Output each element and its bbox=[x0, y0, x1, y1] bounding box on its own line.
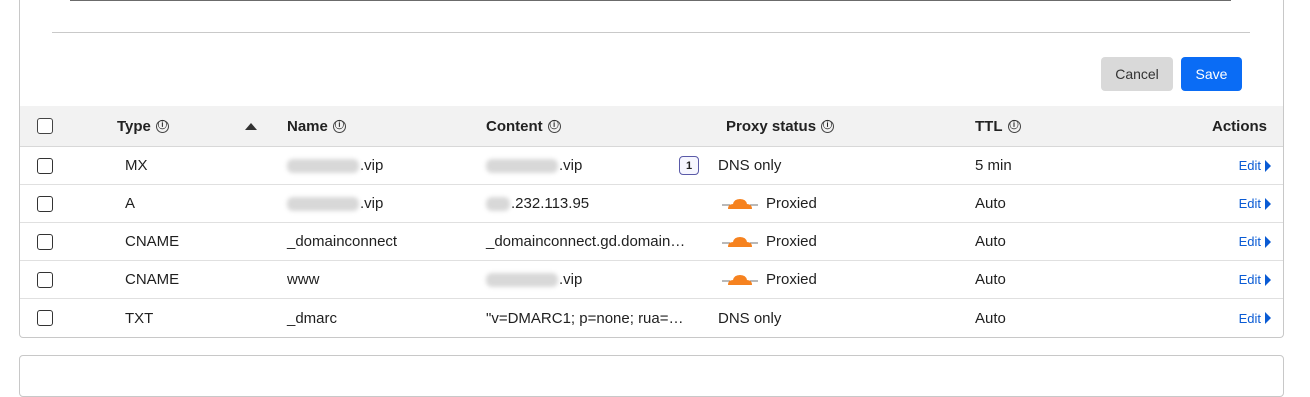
edit-label: Edit bbox=[1238, 234, 1261, 249]
info-icon[interactable]: ⓘ bbox=[821, 119, 835, 133]
form-divider bbox=[52, 32, 1250, 33]
next-section-card bbox=[19, 355, 1284, 397]
chevron-right-icon bbox=[1265, 159, 1271, 172]
edit-label: Edit bbox=[1238, 158, 1261, 173]
edit-link[interactable]: Edit bbox=[1239, 261, 1271, 298]
chevron-right-icon bbox=[1265, 197, 1271, 210]
info-icon[interactable]: ⓘ bbox=[332, 119, 346, 133]
table-header: Type ⓘ Name ⓘ Content ⓘ Proxy status ⓘ T… bbox=[20, 106, 1283, 147]
top-divider bbox=[70, 0, 1231, 1]
edit-link[interactable]: Edit bbox=[1239, 223, 1271, 260]
select-all-cell bbox=[37, 106, 53, 146]
record-content: .232.113.95 bbox=[486, 185, 589, 222]
header-proxy-status-label: Proxy status bbox=[726, 117, 817, 135]
sort-ascending-icon[interactable] bbox=[245, 106, 257, 146]
row-checkbox[interactable] bbox=[37, 310, 53, 326]
row-checkbox[interactable] bbox=[37, 271, 53, 288]
record-name: _domainconnect bbox=[287, 233, 398, 250]
redacted-text bbox=[287, 158, 359, 173]
proxy-status: Proxied bbox=[722, 185, 817, 222]
record-content: .vip bbox=[486, 147, 582, 184]
record-content: "v=DMARC1; p=none; rua=… bbox=[486, 309, 684, 327]
proxied-cloud-icon bbox=[722, 198, 758, 209]
table-row: A .vip .232.113.95 Proxied Auto Edit bbox=[20, 185, 1283, 223]
edit-link[interactable]: Edit bbox=[1239, 147, 1271, 184]
header-ttl[interactable]: TTL ⓘ bbox=[975, 106, 1021, 146]
header-type[interactable]: Type ⓘ bbox=[117, 106, 169, 146]
table-row: MX .vip .vip 1 DNS only 5 min Edit bbox=[20, 147, 1283, 185]
record-type: CNAME bbox=[125, 233, 180, 250]
info-icon[interactable]: ⓘ bbox=[155, 119, 169, 133]
header-ttl-label: TTL bbox=[975, 117, 1003, 135]
record-type: A bbox=[125, 195, 136, 212]
proxy-status: DNS only bbox=[718, 309, 782, 327]
priority-badge: 1 bbox=[679, 156, 699, 175]
row-checkbox[interactable] bbox=[37, 157, 53, 174]
header-actions: Actions bbox=[1211, 117, 1267, 135]
record-ttl: Auto bbox=[975, 271, 1006, 288]
table-row: CNAME www .vip Proxied Auto Edit bbox=[20, 261, 1283, 299]
record-name: www bbox=[287, 271, 320, 288]
table-row: CNAME _domainconnect _domainconnect.gd.d… bbox=[20, 223, 1283, 261]
dns-records-card: Cancel Save Type ⓘ Name ⓘ Content ⓘ Prox… bbox=[19, 0, 1284, 338]
info-icon[interactable]: ⓘ bbox=[547, 119, 561, 133]
record-name: .vip bbox=[287, 185, 383, 222]
edit-link[interactable]: Edit bbox=[1239, 299, 1271, 337]
edit-label: Edit bbox=[1238, 196, 1261, 211]
chevron-right-icon bbox=[1265, 235, 1271, 248]
cancel-button[interactable]: Cancel bbox=[1101, 57, 1173, 91]
header-content-label: Content bbox=[486, 117, 543, 135]
record-name: .vip bbox=[287, 147, 383, 184]
record-ttl: Auto bbox=[975, 309, 1006, 327]
header-name-label: Name bbox=[287, 117, 328, 135]
record-type: MX bbox=[125, 157, 148, 174]
header-content[interactable]: Content ⓘ bbox=[486, 106, 561, 146]
chevron-right-icon bbox=[1265, 273, 1271, 286]
save-button[interactable]: Save bbox=[1181, 57, 1242, 91]
proxied-cloud-icon bbox=[722, 236, 758, 247]
redacted-text bbox=[486, 272, 558, 287]
dns-records-table: Type ⓘ Name ⓘ Content ⓘ Proxy status ⓘ T… bbox=[20, 106, 1283, 337]
record-ttl: Auto bbox=[975, 195, 1006, 212]
redacted-text bbox=[486, 158, 558, 173]
table-row: TXT _dmarc "v=DMARC1; p=none; rua=… DNS … bbox=[20, 299, 1283, 337]
record-content: .vip bbox=[486, 261, 582, 298]
edit-label: Edit bbox=[1238, 310, 1261, 326]
record-type: TXT bbox=[125, 309, 154, 327]
record-ttl: Auto bbox=[975, 233, 1006, 250]
proxied-cloud-icon bbox=[722, 274, 758, 285]
proxy-status: DNS only bbox=[718, 157, 782, 174]
redacted-text bbox=[287, 196, 359, 211]
select-all-checkbox[interactable] bbox=[37, 118, 53, 134]
redacted-text bbox=[486, 196, 510, 211]
proxy-status: Proxied bbox=[722, 261, 817, 298]
edit-link[interactable]: Edit bbox=[1239, 185, 1271, 222]
record-name: _dmarc bbox=[287, 309, 338, 327]
row-checkbox[interactable] bbox=[37, 233, 53, 250]
row-checkbox[interactable] bbox=[37, 195, 53, 212]
header-type-label: Type bbox=[117, 117, 151, 135]
chevron-right-icon bbox=[1265, 312, 1271, 324]
edit-label: Edit bbox=[1238, 272, 1261, 287]
record-content: _domainconnect.gd.domain… bbox=[486, 233, 686, 250]
proxy-status: Proxied bbox=[722, 223, 817, 260]
header-proxy-status[interactable]: Proxy status ⓘ bbox=[726, 106, 835, 146]
header-name[interactable]: Name ⓘ bbox=[287, 106, 346, 146]
info-icon[interactable]: ⓘ bbox=[1007, 119, 1021, 133]
record-ttl: 5 min bbox=[975, 157, 1012, 174]
record-type: CNAME bbox=[125, 271, 180, 288]
